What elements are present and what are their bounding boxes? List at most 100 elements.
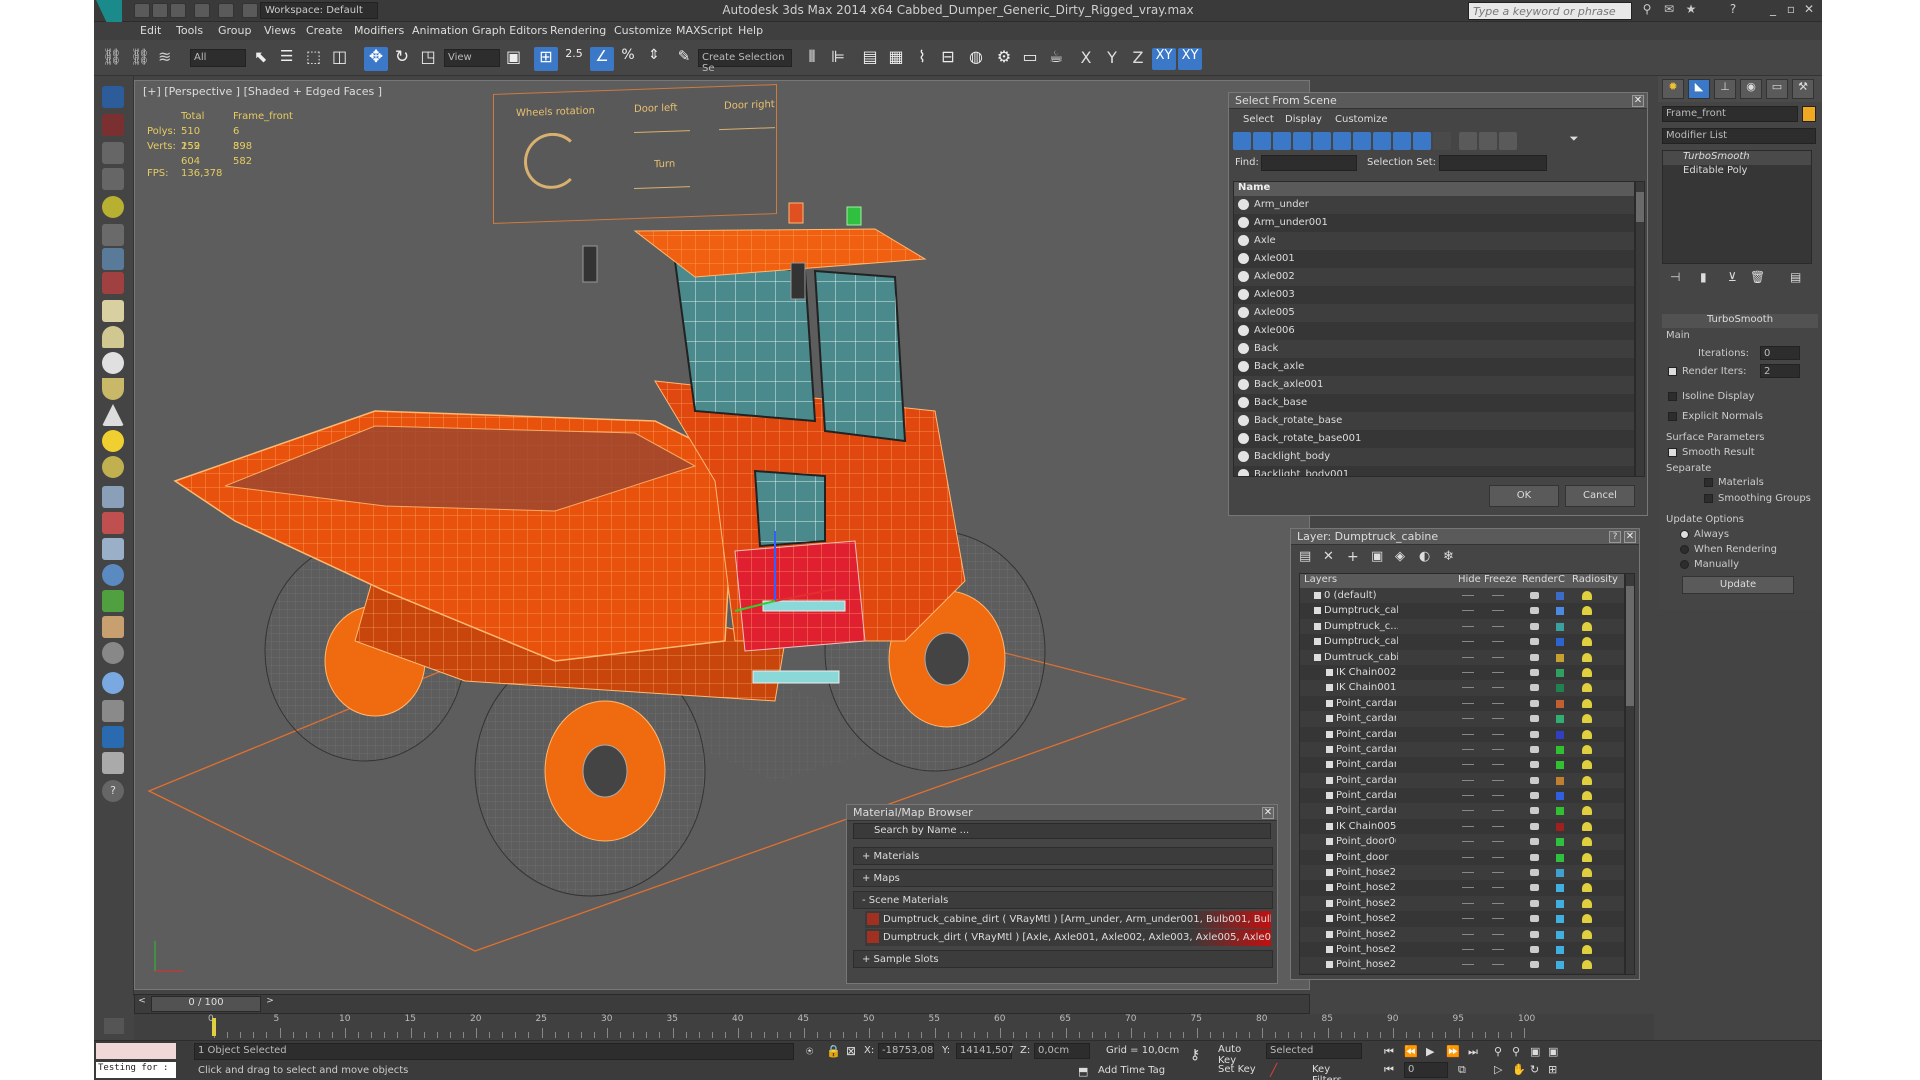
script-icon[interactable] xyxy=(102,752,124,774)
layer-table[interactable]: Layers Hide Freeze Render C Radiosity 0 … xyxy=(1299,573,1625,975)
object-color-swatch[interactable] xyxy=(1802,106,1816,122)
hand-icon[interactable] xyxy=(102,616,124,638)
section-sample-slots[interactable]: + Sample Slots xyxy=(853,950,1273,968)
layer-freeze-toggle[interactable] xyxy=(1492,779,1504,781)
menu-views[interactable]: Views xyxy=(264,24,296,37)
pan-icon[interactable]: ✋ xyxy=(1512,1063,1526,1076)
layer-render-icon[interactable] xyxy=(1530,822,1539,830)
layer-render-icon[interactable] xyxy=(1530,915,1539,923)
menu-group[interactable]: Group xyxy=(218,24,252,37)
zoom-extents-icon[interactable]: ▣ xyxy=(1530,1045,1540,1058)
y-coord-field[interactable]: 14141,507 xyxy=(956,1043,1014,1059)
axis-y-button[interactable]: Y xyxy=(1100,48,1124,70)
modify-tab-icon[interactable]: ◣ xyxy=(1688,79,1710,99)
box-icon[interactable] xyxy=(102,300,124,322)
layer-color-swatch[interactable] xyxy=(1556,822,1564,831)
render-iters-spinner[interactable]: 2 xyxy=(1760,364,1800,378)
menu-modifiers[interactable]: Modifiers xyxy=(354,24,404,37)
filter-helpers-icon[interactable] xyxy=(1313,132,1331,150)
turbosmooth-rollout-header[interactable]: TurboSmooth xyxy=(1662,314,1818,328)
fov-icon[interactable]: ▷ xyxy=(1494,1063,1502,1076)
menu-create[interactable]: Create xyxy=(306,24,343,37)
layer-hide-toggle[interactable] xyxy=(1462,825,1474,827)
layer-row[interactable]: Point_cardan_gi xyxy=(1300,788,1624,803)
layer-row[interactable]: Point_hose2_04 xyxy=(1300,895,1624,912)
next-frame-icon[interactable]: ⏩ xyxy=(1446,1045,1460,1058)
scene-object-item[interactable]: Arm_under xyxy=(1234,196,1634,214)
modifier-stack[interactable]: TurboSmooth Editable Poly xyxy=(1662,150,1812,264)
layer-render-icon[interactable] xyxy=(1530,715,1539,723)
layer-row[interactable]: Point_door xyxy=(1300,850,1624,865)
layer-color-swatch[interactable] xyxy=(1556,792,1564,801)
layer-radiosity-icon[interactable] xyxy=(1582,729,1592,739)
layer-hide-toggle[interactable] xyxy=(1462,887,1474,889)
render-setup-icon[interactable]: ⚙ xyxy=(992,47,1016,71)
rect-selection-icon[interactable]: ⬚ xyxy=(306,47,330,71)
tab-customize[interactable]: Customize xyxy=(1335,114,1388,125)
object-name-field[interactable]: Frame_front xyxy=(1662,106,1798,122)
goto-start-icon[interactable]: ⏮ xyxy=(1384,1045,1394,1059)
layer-row[interactable]: Point_cardan_gi xyxy=(1300,727,1624,742)
layer-freeze-toggle[interactable] xyxy=(1492,933,1504,935)
zoom-icon[interactable]: ⚲ xyxy=(1494,1045,1502,1058)
menu-animation[interactable]: Animation xyxy=(412,24,468,37)
layer-row[interactable]: Point_hose2_06 xyxy=(1300,865,1624,881)
layer-color-swatch[interactable] xyxy=(1556,668,1564,677)
link-icon[interactable]: ⛓ xyxy=(102,47,126,71)
scene-object-item[interactable]: Back_axle001 xyxy=(1234,376,1634,394)
orb-icon[interactable] xyxy=(102,456,124,478)
update-manually-radio[interactable] xyxy=(1680,560,1689,569)
filter-lights-icon[interactable] xyxy=(1273,132,1291,150)
play-icon[interactable]: ▶ xyxy=(1426,1045,1434,1058)
filter-shapes-icon[interactable] xyxy=(1253,132,1271,150)
utilities-tab-icon[interactable]: ⚒ xyxy=(1792,79,1814,99)
layer-freeze-toggle[interactable] xyxy=(1492,918,1504,920)
layer-radiosity-icon[interactable] xyxy=(1582,744,1592,754)
layer-radiosity-icon[interactable] xyxy=(1582,683,1592,693)
layer-radiosity-icon[interactable] xyxy=(1582,621,1592,631)
layer-row[interactable]: IK Chain002 xyxy=(1300,665,1624,680)
menu-rendering[interactable]: Rendering xyxy=(550,24,606,37)
scene-object-item[interactable]: Backlight_body xyxy=(1234,448,1634,466)
layer-render-icon[interactable] xyxy=(1530,807,1539,815)
layer-radiosity-icon[interactable] xyxy=(1582,698,1592,708)
layer-row[interactable]: Point_hose2_02 xyxy=(1300,926,1624,942)
binoculars-icon[interactable]: ⚲ xyxy=(1638,2,1656,18)
layer-hide-toggle[interactable] xyxy=(1462,872,1474,874)
layers-column[interactable]: Layers xyxy=(1304,574,1337,585)
maximize-viewport-icon[interactable]: ⊞ xyxy=(1548,1063,1557,1076)
layer-color-swatch[interactable] xyxy=(1556,869,1564,878)
filter-xrefs-icon[interactable] xyxy=(1373,132,1391,150)
align-icon[interactable]: ⊫ xyxy=(826,47,850,71)
layer-render-icon[interactable] xyxy=(1530,668,1539,676)
scene-object-item[interactable]: Axle001 xyxy=(1234,250,1634,268)
layer-render-icon[interactable] xyxy=(1530,607,1539,615)
set-key-button[interactable]: Set Key xyxy=(1218,1064,1262,1078)
layer-hide-toggle[interactable] xyxy=(1462,948,1474,950)
layer-render-icon[interactable] xyxy=(1530,838,1539,846)
track-icon[interactable] xyxy=(102,224,124,246)
layer-hide-toggle[interactable] xyxy=(1462,810,1474,812)
search-input[interactable]: Type a keyword or phrase xyxy=(1468,2,1632,20)
layer-radiosity-icon[interactable] xyxy=(1582,898,1592,908)
layer-color-swatch[interactable] xyxy=(1556,607,1564,616)
select-invert-icon[interactable] xyxy=(1499,132,1517,150)
select-rotate-icon[interactable]: ↻ xyxy=(390,47,414,71)
schematic-view-icon[interactable]: ⊟ xyxy=(936,47,960,71)
brush-icon[interactable] xyxy=(102,512,124,534)
close-icon[interactable]: ✕ xyxy=(1800,2,1818,18)
layer-hide-toggle[interactable] xyxy=(1462,902,1474,904)
auto-key-button[interactable]: Auto Key xyxy=(1218,1044,1262,1066)
layer-radiosity-icon[interactable] xyxy=(1582,914,1592,924)
layer-freeze-toggle[interactable] xyxy=(1492,687,1504,689)
create-tab-icon[interactable]: ✹ xyxy=(1662,79,1684,99)
layer-row[interactable]: Dumtruck_cabine_h xyxy=(1300,649,1624,665)
goto-end-icon[interactable]: ⏭ xyxy=(1468,1045,1478,1059)
layer-freeze-toggle[interactable] xyxy=(1492,841,1504,843)
layer-radiosity-icon[interactable] xyxy=(1582,791,1592,801)
layer-color-swatch[interactable] xyxy=(1556,945,1564,954)
zoom-all-icon[interactable]: ⚲ xyxy=(1512,1045,1520,1058)
menu-edit[interactable]: Edit xyxy=(140,24,161,37)
rendered-frame-icon[interactable]: ▭ xyxy=(1018,47,1042,71)
layer-radiosity-icon[interactable] xyxy=(1582,852,1592,862)
